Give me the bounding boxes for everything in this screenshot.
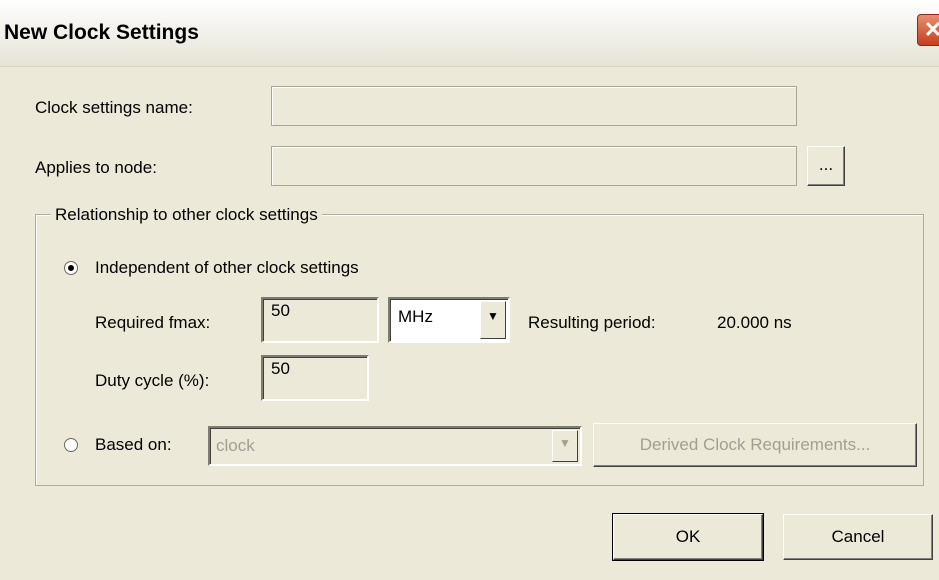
based-on-select[interactable]: clock ▼ — [208, 426, 582, 466]
chevron-down-icon: ▼ — [559, 436, 571, 450]
relationship-group-title: Relationship to other clock settings — [51, 205, 322, 225]
ok-button[interactable]: OK — [612, 513, 764, 561]
fmax-label: Required fmax: — [95, 313, 211, 332]
applies-to-node-label: Applies to node: — [35, 158, 157, 177]
dialog-title: New Clock Settings — [4, 21, 199, 44]
based-on-select-value: clock — [216, 436, 255, 455]
based-on-label: Based on: — [95, 435, 172, 454]
close-icon: ✕ — [923, 17, 939, 42]
fmax-input[interactable]: 50 — [261, 297, 379, 343]
clock-name-input[interactable] — [271, 86, 797, 126]
browse-node-button[interactable]: ... — [807, 146, 845, 186]
unit-select-value: MHz — [398, 307, 433, 326]
duty-cycle-input[interactable]: 50 — [261, 355, 369, 401]
duty-cycle-label: Duty cycle (%): — [95, 371, 210, 390]
independent-label: Independent of other clock settings — [95, 258, 359, 277]
based-on-radio[interactable] — [64, 438, 78, 452]
title-bar: New Clock Settings ✕ — [0, 0, 939, 67]
close-button[interactable]: ✕ — [917, 14, 939, 46]
derived-clock-requirements-button[interactable]: Derived Clock Requirements... — [593, 423, 917, 467]
based-on-dropdown-button[interactable]: ▼ — [552, 430, 578, 462]
cancel-button[interactable]: Cancel — [783, 514, 933, 560]
resulting-period-value: 20.000 ns — [717, 313, 792, 332]
resulting-period-label: Resulting period: — [528, 313, 656, 332]
chevron-down-icon: ▼ — [487, 309, 499, 323]
applies-to-node-input[interactable] — [271, 146, 797, 186]
clock-name-label: Clock settings name: — [35, 98, 193, 117]
independent-radio[interactable] — [64, 261, 78, 275]
unit-dropdown-button[interactable]: ▼ — [480, 301, 506, 339]
unit-select[interactable]: MHz ▼ — [388, 297, 510, 343]
radio-selected-dot — [68, 265, 74, 271]
